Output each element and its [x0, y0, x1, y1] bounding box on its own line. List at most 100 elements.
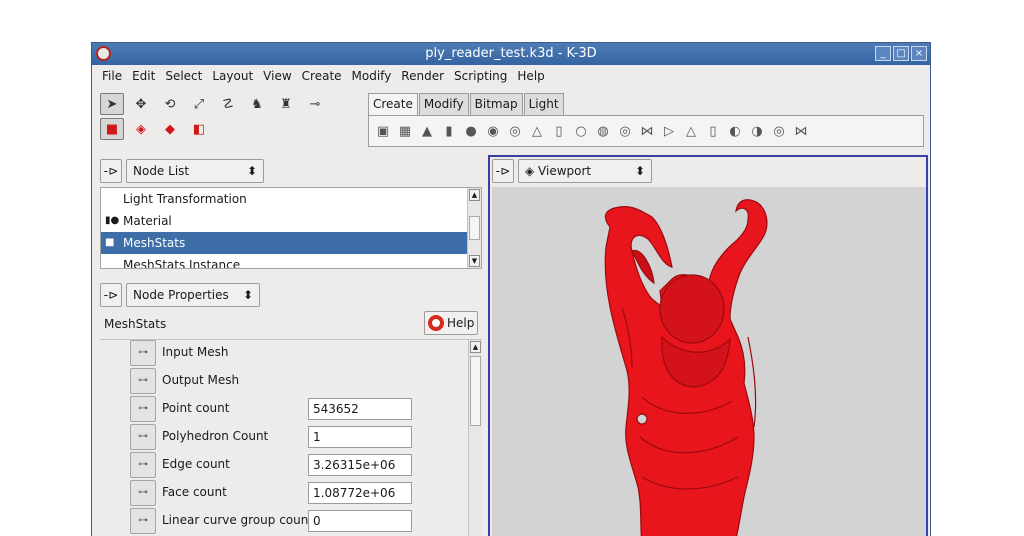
left-panel: -⊳ Node List ⬍ Light Transformation ▮● Ma…	[100, 159, 482, 536]
viewport-selector[interactable]: ◈ Viewport ⬍	[518, 159, 652, 183]
nurbs-cone-icon[interactable]: △	[683, 124, 699, 139]
connector-icon[interactable]: ⊶	[130, 480, 156, 506]
list-item[interactable]: ■ MeshStats	[101, 232, 481, 254]
create-shapes-bar: ▣ ▦ ▲ ▮ ● ◉ ◎ △ ▯ ○ ◍ ◎ ⋈ ▷ △ ▯ ◐ ◑ ◎ ⋈	[368, 115, 924, 147]
move-icon[interactable]: ✥	[129, 93, 153, 115]
scroll-thumb[interactable]	[469, 216, 480, 240]
select-arrow-icon[interactable]: ➤	[100, 93, 124, 115]
property-label: Edge count	[162, 457, 230, 471]
pin-viewport-button[interactable]: -⊳	[492, 159, 514, 183]
help-button-label: Help	[447, 316, 475, 330]
sphere2-icon[interactable]: ◉	[485, 124, 501, 139]
menu-select[interactable]: Select	[165, 69, 202, 87]
nurbs-torus-icon[interactable]: ◎	[771, 124, 787, 139]
close-button[interactable]: ×	[911, 46, 927, 61]
property-list: ⊶ Input Mesh ⊶ Output Mesh ⊶ Point count…	[100, 339, 482, 536]
box-icon[interactable]: ▣	[375, 124, 391, 139]
cylinder-icon[interactable]: ▮	[441, 124, 457, 139]
torus-icon[interactable]: ◎	[507, 124, 523, 139]
edge-count-field[interactable]: 3.26315e+06	[308, 454, 412, 476]
list-item[interactable]: ▮● Material	[101, 210, 481, 232]
node-list-selector[interactable]: Node List ⬍	[126, 159, 264, 183]
figure-icon[interactable]: ♜	[274, 93, 298, 115]
connector-icon[interactable]: ⊶	[130, 508, 156, 534]
cube-faces-icon[interactable]: ◧	[187, 118, 211, 140]
node-properties-selector-label: Node Properties	[133, 288, 229, 302]
nurbs-hyperboloid-icon[interactable]: ⋈	[793, 124, 809, 139]
property-row: ⊶ Output Mesh	[130, 368, 430, 394]
connector-icon[interactable]: ⊶	[130, 368, 156, 394]
sphere-icon[interactable]: ●	[463, 124, 479, 139]
face-count-field[interactable]: 1.08772e+06	[308, 482, 412, 504]
tab-light[interactable]: Light	[523, 93, 564, 115]
cone-icon[interactable]: ▲	[419, 124, 435, 139]
minimize-button[interactable]: _	[875, 46, 891, 61]
viewport-selector-label: ◈ Viewport	[525, 164, 592, 178]
hyperboloid-icon[interactable]: ⋈	[639, 124, 655, 139]
connector-icon[interactable]: ⊶	[130, 396, 156, 422]
tab-modify[interactable]: Modify	[418, 93, 469, 115]
nurbs-disk-icon[interactable]: ◑	[749, 124, 765, 139]
node-list: Light Transformation ▮● Material ■ MeshSta…	[100, 187, 482, 269]
node-list-scrollbar[interactable]: ▲ ▼	[467, 188, 481, 268]
property-row: ⊶ Point count 543652	[130, 396, 430, 422]
property-label: Output Mesh	[162, 373, 240, 387]
quadric-torus-icon[interactable]: ◎	[617, 124, 633, 139]
node-label: Light Transformation	[123, 192, 247, 206]
figures-icon[interactable]: ♞	[245, 93, 269, 115]
buddha-model	[604, 199, 768, 536]
nurbs-sphere-icon[interactable]: ◐	[727, 124, 743, 139]
plug-icon[interactable]: ⊸	[303, 93, 327, 115]
grid-icon[interactable]: ▦	[397, 124, 413, 139]
node-properties-selector[interactable]: Node Properties ⬍	[126, 283, 260, 307]
main-window: ply_reader_test.k3d - K-3D _ □ × File Ed…	[91, 42, 931, 536]
tab-bitmap[interactable]: Bitmap	[469, 93, 523, 115]
connector-icon[interactable]: ⊶	[130, 424, 156, 450]
menu-render[interactable]: Render	[401, 69, 444, 87]
menu-scripting[interactable]: Scripting	[454, 69, 507, 87]
list-item[interactable]: MeshStats Instance	[101, 254, 481, 269]
scroll-up-icon[interactable]: ▲	[469, 189, 480, 201]
menu-file[interactable]: File	[102, 69, 122, 87]
point-count-field[interactable]: 543652	[308, 398, 412, 420]
scroll-down-icon[interactable]: ▼	[469, 255, 480, 267]
cube-icon[interactable]: ■	[100, 118, 124, 140]
pin-node-list-button[interactable]: -⊳	[100, 159, 122, 183]
menu-view[interactable]: View	[263, 69, 291, 87]
menu-layout[interactable]: Layout	[212, 69, 253, 87]
nurbs-cylinder-icon[interactable]: ▯	[705, 124, 721, 139]
scroll-up-icon[interactable]: ▲	[470, 341, 481, 353]
node-list-selector-label: Node List	[133, 164, 190, 178]
property-label: Point count	[162, 401, 230, 415]
quadric-disk-icon[interactable]: ◍	[595, 124, 611, 139]
property-row: ⊶ Edge count 3.26315e+06	[130, 452, 430, 478]
menu-help[interactable]: Help	[517, 69, 544, 87]
menu-edit[interactable]: Edit	[132, 69, 155, 87]
title-bar[interactable]: ply_reader_test.k3d - K-3D _ □ ×	[92, 43, 930, 65]
3d-viewport[interactable]	[492, 187, 926, 536]
connector-icon[interactable]: ⊶	[130, 452, 156, 478]
quadric-sphere-icon[interactable]: ○	[573, 124, 589, 139]
pin-node-properties-button[interactable]: -⊳	[100, 283, 122, 307]
polyhedron-count-field[interactable]: 1	[308, 426, 412, 448]
menu-modify[interactable]: Modify	[352, 69, 392, 87]
cube-edges-icon[interactable]: ◆	[158, 118, 182, 140]
rotate-icon[interactable]: ⟲	[158, 93, 182, 115]
help-button[interactable]: Help	[424, 311, 478, 335]
quadric-cone-icon[interactable]: △	[529, 124, 545, 139]
node-label: MeshStats Instance	[123, 258, 241, 269]
list-item[interactable]: Light Transformation	[101, 188, 481, 210]
path-icon[interactable]: ☡	[216, 93, 240, 115]
menu-create[interactable]: Create	[302, 69, 342, 87]
scroll-thumb[interactable]	[470, 356, 481, 426]
connector-icon[interactable]: ⊶	[130, 340, 156, 366]
maximize-button[interactable]: □	[893, 46, 909, 61]
paraboloid-icon[interactable]: ▷	[661, 124, 677, 139]
property-list-scrollbar[interactable]: ▲	[468, 340, 482, 536]
combo-arrows-icon: ⬍	[634, 164, 645, 178]
cube-points-icon[interactable]: ◈	[129, 118, 153, 140]
scale-icon[interactable]: ⤢	[187, 93, 211, 115]
quadric-cylinder-icon[interactable]: ▯	[551, 124, 567, 139]
tab-create[interactable]: Create	[368, 93, 418, 115]
linear-curve-group-count-field[interactable]: 0	[308, 510, 412, 532]
